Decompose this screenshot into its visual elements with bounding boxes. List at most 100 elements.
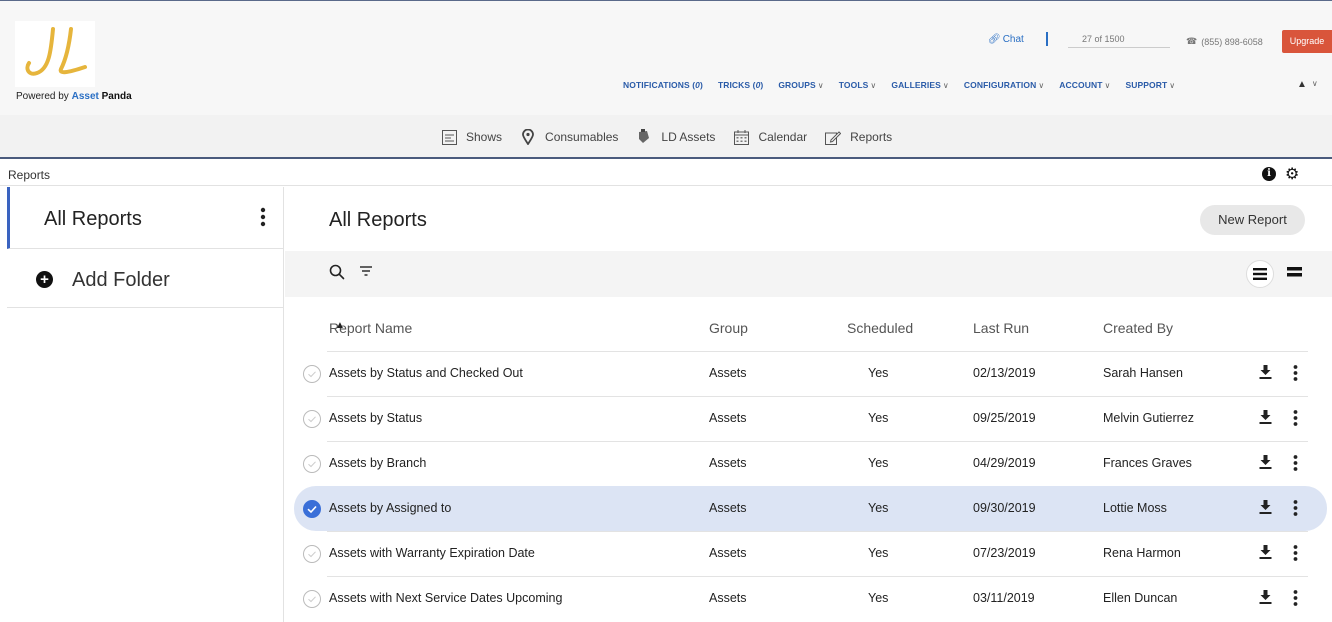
row-checkbox[interactable]: [303, 590, 321, 608]
report-created-by: Rena Harmon: [1103, 546, 1181, 560]
light-icon: [636, 129, 652, 145]
report-name[interactable]: Assets by Assigned to: [329, 501, 451, 515]
phone-icon: ☎︎: [1186, 36, 1198, 46]
filter-icon[interactable]: [359, 265, 373, 277]
sort-ascending-icon[interactable]: ▲: [335, 320, 345, 331]
download-icon[interactable]: [1259, 545, 1272, 559]
divider: [327, 576, 1308, 577]
kebab-menu-icon[interactable]: [1293, 545, 1298, 561]
report-created-by: Melvin Gutierrez: [1103, 411, 1194, 425]
module-tab-calendar[interactable]: Calendar: [733, 129, 807, 145]
list-view-toggle[interactable]: [1246, 260, 1274, 288]
list-toolbar: [285, 251, 1332, 297]
download-icon[interactable]: [1259, 365, 1272, 379]
search-icon[interactable]: [329, 264, 345, 280]
gear-icon[interactable]: ⚙: [1285, 164, 1299, 184]
nav-item-galleries[interactable]: GALLERIES ∨: [891, 80, 949, 90]
table-row[interactable]: Assets with Warranty Expiration Date Asse…: [285, 531, 1332, 576]
row-checkbox[interactable]: [303, 500, 321, 518]
nav-item-configuration[interactable]: CONFIGURATION ∨: [964, 80, 1044, 90]
table-row[interactable]: Assets by Status Assets Yes 09/25/2019 Melvi…: [285, 396, 1332, 441]
calendar-icon: [733, 129, 749, 145]
module-nav: Shows Consumables LD Assets Calendar Reports: [0, 115, 1332, 159]
chevron-down-icon: ∨: [942, 81, 949, 90]
report-group: Assets: [709, 591, 747, 605]
company-logo[interactable]: [15, 21, 95, 87]
download-icon[interactable]: [1259, 590, 1272, 604]
table-row[interactable]: Assets by Branch Assets Yes 04/29/2019 Franc…: [285, 441, 1332, 486]
report-last-run: 07/23/2019: [973, 546, 1036, 560]
info-icon[interactable]: i: [1262, 167, 1276, 181]
column-group[interactable]: Group: [709, 320, 748, 336]
report-last-run: 09/25/2019: [973, 411, 1036, 425]
chat-link[interactable]: 🔗︎ Chat: [988, 34, 1024, 45]
nav-item-tools[interactable]: TOOLS ∨: [839, 80, 877, 90]
kebab-menu-icon[interactable]: [1293, 455, 1298, 471]
plus-circle-icon: +: [36, 271, 53, 288]
report-scheduled: Yes: [868, 366, 889, 380]
report-name[interactable]: Assets by Branch: [329, 456, 426, 470]
phone-label: (855) 898-6058: [1201, 36, 1263, 47]
report-created-by: Frances Graves: [1103, 456, 1192, 470]
nav-item-suffix: ): [760, 80, 764, 90]
upgrade-button[interactable]: Upgrade: [1282, 30, 1332, 53]
row-checkbox[interactable]: [303, 365, 321, 383]
add-folder-label: Add Folder: [72, 269, 170, 291]
report-last-run: 03/11/2019: [973, 591, 1035, 605]
table-row[interactable]: Assets by Status and Checked Out Assets Ye…: [285, 351, 1332, 396]
column-scheduled[interactable]: Scheduled: [847, 320, 913, 336]
column-last-run[interactable]: Last Run: [973, 320, 1029, 336]
download-icon[interactable]: [1259, 455, 1272, 469]
table-row[interactable]: Assets with Next Service Dates Upcoming A…: [285, 576, 1332, 621]
module-tab-consumables[interactable]: Consumables: [520, 129, 618, 145]
kebab-menu-icon[interactable]: [1293, 410, 1298, 426]
chevron-down-icon: ∨: [1311, 79, 1318, 88]
nav-item-groups[interactable]: GROUPS ∨: [778, 80, 823, 90]
report-created-by: Lottie Moss: [1103, 501, 1167, 515]
divider: [327, 441, 1308, 442]
kebab-menu-icon[interactable]: [260, 207, 266, 227]
chat-label: Chat: [1002, 34, 1024, 45]
report-name[interactable]: Assets by Status: [329, 411, 422, 425]
nav-item-label: TRICKS (: [717, 80, 756, 90]
row-checkbox[interactable]: [303, 545, 321, 563]
check-icon: [308, 416, 316, 423]
nav-item-account[interactable]: ACCOUNT ∨: [1059, 80, 1110, 90]
compact-view-icon[interactable]: [1287, 266, 1302, 278]
report-name[interactable]: Assets with Warranty Expiration Date: [329, 546, 535, 560]
kebab-menu-icon[interactable]: [1293, 590, 1298, 606]
report-name[interactable]: Assets by Status and Checked Out: [329, 366, 523, 380]
table-row[interactable]: Assets by Assigned to Assets Yes 09/30/2019…: [285, 486, 1332, 531]
page-title: All Reports: [329, 209, 427, 231]
report-created-by: Ellen Duncan: [1103, 591, 1178, 605]
report-group: Assets: [709, 366, 747, 380]
module-tab-reports[interactable]: Reports: [825, 129, 892, 145]
nav-item-label: GROUPS: [778, 80, 816, 90]
row-checkbox[interactable]: [303, 455, 321, 473]
nav-item-notifications[interactable]: NOTIFICATIONS (0): [623, 80, 703, 90]
report-scheduled: Yes: [868, 546, 889, 560]
powered-brand2: Panda: [101, 91, 132, 102]
jl-logo-icon: [25, 27, 87, 76]
kebab-menu-icon[interactable]: [1293, 365, 1298, 381]
report-created-by: Sarah Hansen: [1103, 366, 1183, 380]
add-folder-button[interactable]: + Add Folder: [7, 249, 284, 308]
module-tab-label: Reports: [850, 130, 893, 144]
sidebar-item-all-reports[interactable]: All Reports: [7, 187, 284, 249]
list-icon: [441, 129, 457, 145]
row-checkbox[interactable]: [303, 410, 321, 428]
user-menu[interactable]: ▲ ∨: [1297, 79, 1318, 90]
kebab-menu-icon[interactable]: [1293, 500, 1298, 516]
divider: [327, 531, 1308, 532]
module-tab-ld-assets[interactable]: LD Assets: [636, 129, 715, 145]
download-icon[interactable]: [1259, 500, 1272, 514]
module-tab-shows[interactable]: Shows: [441, 129, 502, 145]
sidebar-item-label: All Reports: [44, 208, 142, 230]
nav-item-support[interactable]: SUPPORT ∨: [1125, 80, 1175, 90]
report-last-run: 04/29/2019: [973, 456, 1036, 470]
nav-item-tricks[interactable]: TRICKS (0): [718, 80, 763, 90]
report-name[interactable]: Assets with Next Service Dates Upcoming: [329, 591, 562, 605]
column-created-by[interactable]: Created By: [1103, 320, 1173, 336]
download-icon[interactable]: [1259, 410, 1272, 424]
new-report-button[interactable]: New Report: [1200, 205, 1305, 235]
